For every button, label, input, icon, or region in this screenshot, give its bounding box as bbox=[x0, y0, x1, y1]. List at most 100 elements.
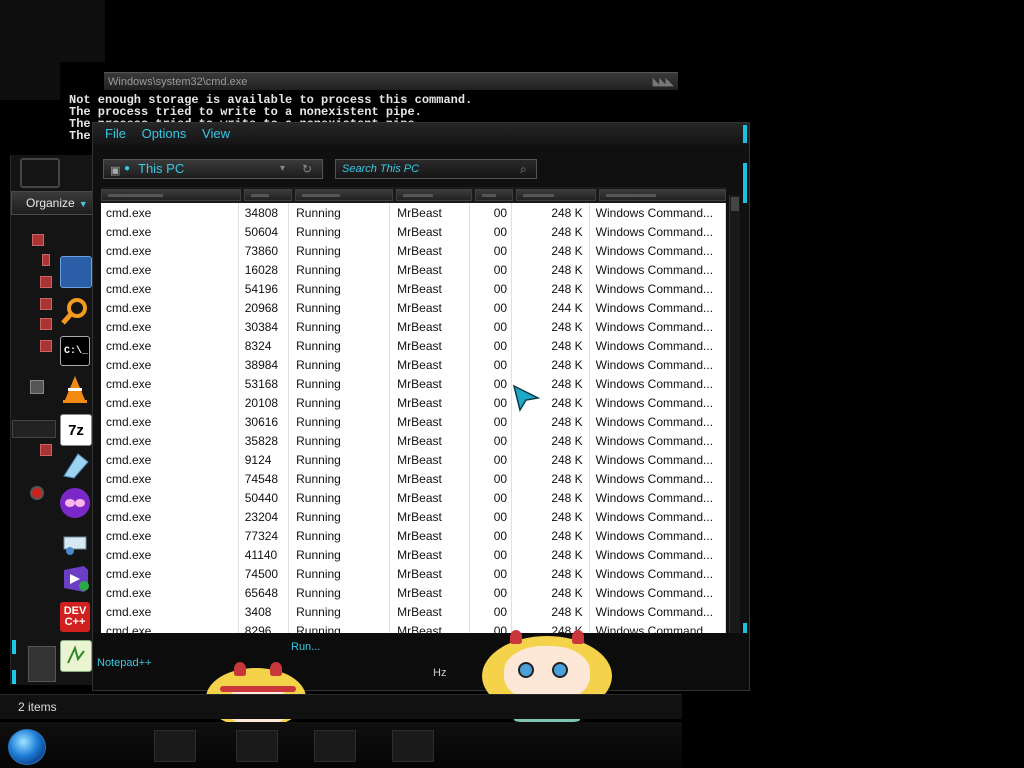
table-cell: MrBeast bbox=[389, 412, 471, 431]
table-row[interactable]: cmd.exe 38984 Running MrBeast 00 248 K Windows… bbox=[101, 355, 726, 374]
table-cell: Running bbox=[288, 621, 391, 633]
taskbar-app-button[interactable] bbox=[392, 730, 434, 762]
table-cell: MrBeast bbox=[389, 564, 471, 583]
frame-accent bbox=[12, 670, 16, 684]
chevron-down-icon[interactable]: ▾ bbox=[280, 160, 285, 178]
table-row[interactable]: cmd.exe 74548 Running MrBeast 00 248 K Windows… bbox=[101, 469, 726, 488]
table-cell: MrBeast bbox=[389, 279, 471, 298]
table-cell: Windows Command... bbox=[589, 260, 726, 279]
table-row[interactable]: cmd.exe 20108 Running MrBeast 00 248 K Windows… bbox=[101, 393, 726, 412]
table-cell: Running bbox=[288, 260, 391, 279]
table-row[interactable]: cmd.exe 50440 Running MrBeast 00 248 K Windows… bbox=[101, 488, 726, 507]
table-row[interactable]: cmd.exe 73860 Running MrBeast 00 248 K Windows… bbox=[101, 241, 726, 260]
notebook-icon[interactable] bbox=[60, 450, 90, 480]
cmd-titlebar[interactable]: Windows\system32\cmd.exe ◣◣◣ bbox=[104, 72, 678, 90]
refresh-icon[interactable]: ↻ bbox=[302, 160, 312, 178]
table-cell: Windows Command... bbox=[589, 412, 726, 431]
window-switcher-icon[interactable] bbox=[60, 256, 92, 288]
menu-options[interactable]: Options bbox=[142, 126, 187, 141]
column-header-status[interactable] bbox=[295, 189, 393, 201]
titlebar-decoration-icon: ◣◣◣ bbox=[652, 76, 674, 88]
table-cell: 8324 bbox=[238, 336, 290, 355]
table-row[interactable]: cmd.exe 23204 Running MrBeast 00 248 K Windows… bbox=[101, 507, 726, 526]
table-cell: 00 bbox=[469, 260, 513, 279]
table-cell: 00 bbox=[469, 488, 513, 507]
table-cell: cmd.exe bbox=[101, 469, 239, 488]
vertical-scrollbar[interactable] bbox=[729, 195, 740, 635]
tree-item-icon[interactable] bbox=[32, 234, 44, 246]
7zip-icon[interactable]: 7z bbox=[60, 414, 92, 446]
column-header-user[interactable] bbox=[396, 189, 472, 201]
table-cell: MrBeast bbox=[389, 222, 471, 241]
window-accent bbox=[743, 163, 747, 203]
notepadpp-label[interactable]: Notepad++ bbox=[97, 657, 151, 669]
table-row[interactable]: cmd.exe 34808 Running MrBeast 00 248 K Windows… bbox=[101, 203, 726, 222]
taskbar-app-button[interactable] bbox=[236, 730, 278, 762]
tree-item-icon[interactable] bbox=[40, 276, 52, 288]
table-cell: MrBeast bbox=[389, 488, 471, 507]
table-cell: 00 bbox=[469, 412, 513, 431]
tree-item-icon[interactable] bbox=[40, 298, 52, 310]
table-row[interactable]: cmd.exe 20968 Running MrBeast 00 244 K Windows… bbox=[101, 298, 726, 317]
terminal-icon[interactable]: C:\_ bbox=[60, 336, 90, 366]
search-input[interactable]: Search This PC ⌕ bbox=[335, 159, 537, 179]
search-icon[interactable] bbox=[60, 296, 90, 326]
table-row[interactable]: cmd.exe 3408 Running MrBeast 00 248 K Windows … bbox=[101, 602, 726, 621]
vlc-icon[interactable] bbox=[60, 374, 90, 404]
table-cell: MrBeast bbox=[389, 507, 471, 526]
table-cell: Windows Command... bbox=[589, 298, 726, 317]
menu-view[interactable]: View bbox=[202, 126, 230, 141]
character-horn bbox=[270, 662, 282, 676]
column-header-pid[interactable] bbox=[244, 189, 292, 201]
tree-item-icon[interactable] bbox=[40, 444, 52, 456]
table-row[interactable]: cmd.exe 30384 Running MrBeast 00 248 K Windows… bbox=[101, 317, 726, 336]
taskbar-app-button[interactable] bbox=[154, 730, 196, 762]
table-row[interactable]: cmd.exe 8324 Running MrBeast 00 248 K Windows … bbox=[101, 336, 726, 355]
visual-studio-icon[interactable] bbox=[60, 564, 90, 594]
table-row[interactable]: cmd.exe 9124 Running MrBeast 00 248 K Windows … bbox=[101, 450, 726, 469]
table-cell: Windows Command... bbox=[589, 317, 726, 336]
column-header-cpu[interactable] bbox=[475, 189, 513, 201]
address-bar[interactable]: ▣ ● This PC ▾ ↻ bbox=[103, 159, 323, 179]
table-cell: Windows Command... bbox=[589, 203, 726, 222]
tree-item-icon[interactable] bbox=[40, 318, 52, 330]
table-row[interactable]: cmd.exe 35828 Running MrBeast 00 248 K Windows… bbox=[101, 431, 726, 450]
tree-item-icon[interactable] bbox=[40, 340, 52, 352]
network-icon[interactable] bbox=[30, 380, 44, 394]
table-row[interactable]: cmd.exe 54196 Running MrBeast 00 248 K Windows… bbox=[101, 279, 726, 298]
table-cell: 248 K bbox=[511, 526, 590, 545]
table-row[interactable]: cmd.exe 65648 Running MrBeast 00 248 K Windows… bbox=[101, 583, 726, 602]
table-row[interactable]: cmd.exe 74500 Running MrBeast 00 248 K Windows… bbox=[101, 564, 726, 583]
start-button[interactable] bbox=[8, 729, 46, 765]
table-cell: 8296 bbox=[238, 621, 290, 633]
search-icon[interactable]: ⌕ bbox=[520, 160, 527, 178]
column-header-memory[interactable] bbox=[516, 189, 596, 201]
column-header-description[interactable] bbox=[599, 189, 726, 201]
task-manager-window[interactable]: File Options View ▣ ● This PC ▾ ↻ Search… bbox=[92, 122, 750, 691]
run-button[interactable]: Run... bbox=[291, 641, 320, 653]
taskbar-app-button[interactable] bbox=[314, 730, 356, 762]
menu-file[interactable]: File bbox=[105, 126, 126, 141]
organize-button[interactable]: Organize ▼ bbox=[11, 191, 93, 215]
table-row[interactable]: cmd.exe 16028 Running MrBeast 00 248 K Windows… bbox=[101, 260, 726, 279]
table-row[interactable]: cmd.exe 50604 Running MrBeast 00 248 K Windows… bbox=[101, 222, 726, 241]
table-cell: 248 K bbox=[511, 545, 590, 564]
notepadpp-icon[interactable] bbox=[60, 640, 92, 672]
table-row[interactable]: cmd.exe 41140 Running MrBeast 00 248 K Windows… bbox=[101, 545, 726, 564]
table-row[interactable]: cmd.exe 53168 Running MrBeast 00 248 K Windows… bbox=[101, 374, 726, 393]
table-row[interactable]: cmd.exe 77324 Running MrBeast 00 248 K Windows… bbox=[101, 526, 726, 545]
record-icon[interactable] bbox=[30, 486, 44, 500]
drive-icon[interactable] bbox=[28, 646, 56, 682]
table-row[interactable]: cmd.exe 30616 Running MrBeast 00 248 K Windows… bbox=[101, 412, 726, 431]
table-cell: MrBeast bbox=[389, 241, 471, 260]
devcpp-icon[interactable]: DEV C++ bbox=[60, 602, 90, 632]
app-mask-icon[interactable] bbox=[60, 488, 90, 518]
column-header-name[interactable] bbox=[101, 189, 241, 201]
tree-item-selected[interactable] bbox=[12, 420, 56, 438]
magnifier-tool-icon[interactable] bbox=[60, 530, 90, 560]
table-cell: Running bbox=[288, 203, 391, 222]
scrollbar-thumb[interactable] bbox=[731, 197, 739, 211]
table-cell: 248 K bbox=[511, 431, 590, 450]
table-row[interactable]: cmd.exe 8296 Running MrBeast 00 248 K Windows … bbox=[101, 621, 726, 633]
tree-item-icon[interactable] bbox=[42, 254, 50, 266]
